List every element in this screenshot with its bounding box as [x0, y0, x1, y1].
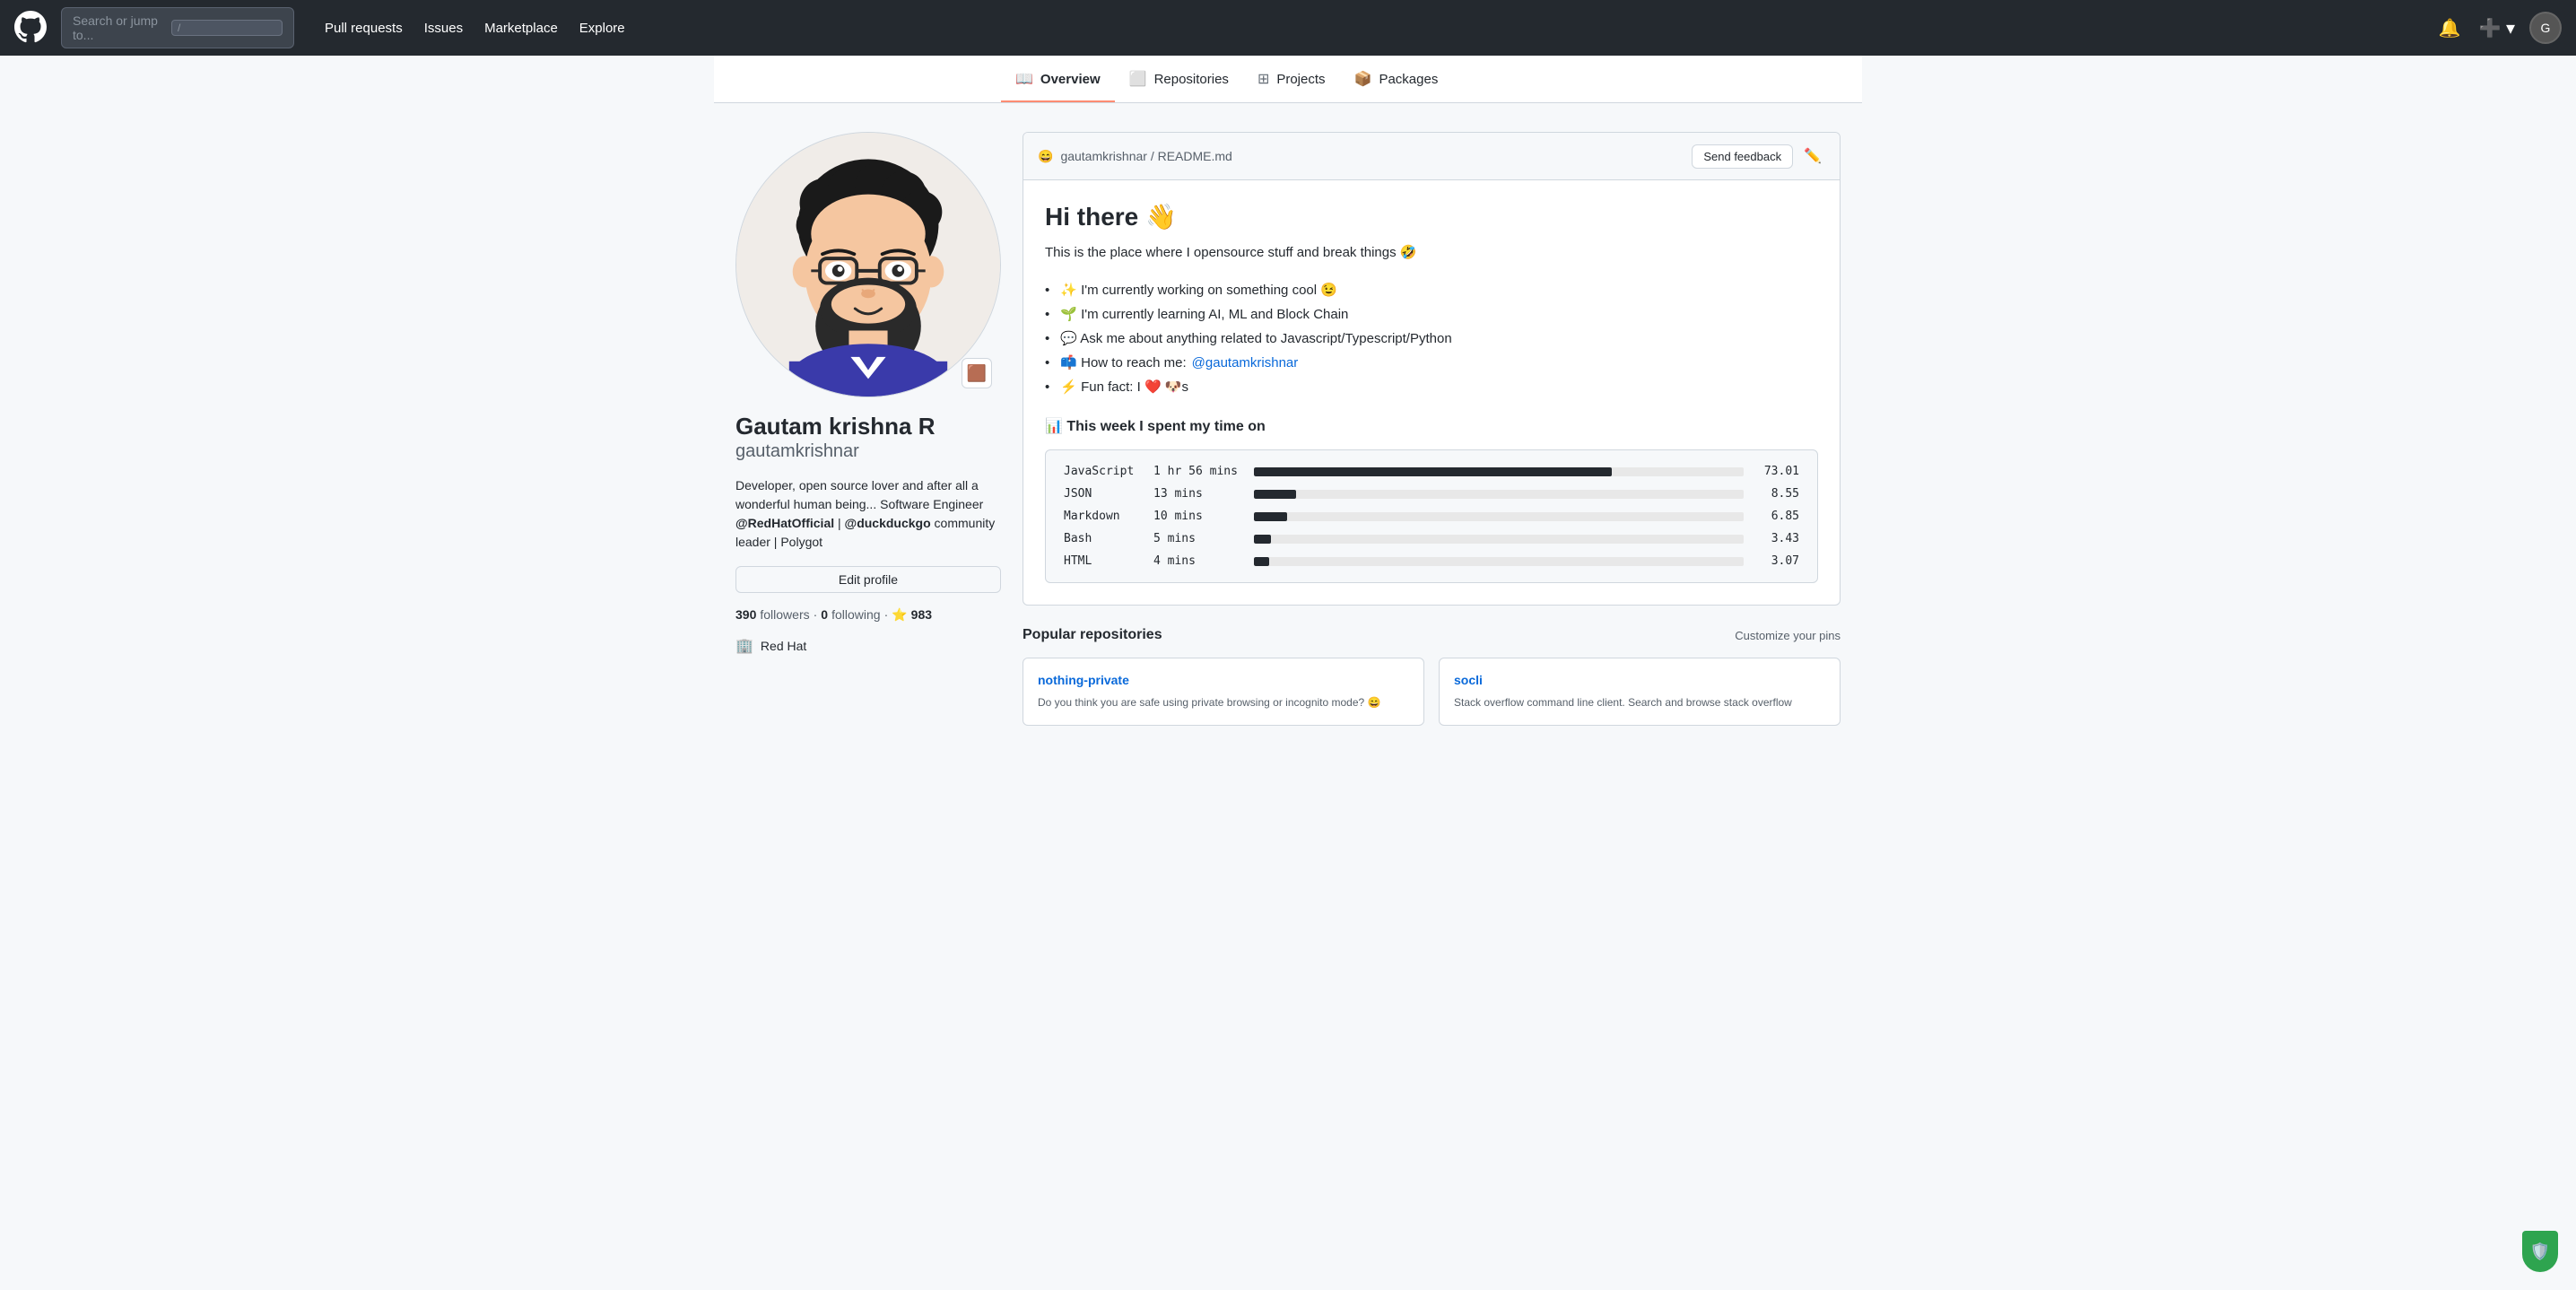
readme-breadcrumb: 😄 gautamkrishnar / README.md	[1038, 149, 1232, 164]
navbar-right: 🔔 ➕ ▾ G	[2435, 12, 2562, 44]
readme-bullets: ✨ I'm currently working on something coo…	[1045, 278, 1818, 399]
wakatime-title: 📊 This week I spent my time on	[1045, 417, 1818, 435]
org-name: Red Hat	[761, 639, 806, 653]
send-feedback-button[interactable]: Send feedback	[1692, 144, 1793, 169]
tab-projects[interactable]: ⊞ Projects	[1243, 56, 1340, 102]
following-label: following	[831, 607, 880, 622]
mention-redhat: @RedHatOfficial	[735, 516, 834, 530]
popular-repos-title: Popular repositories	[1023, 627, 1162, 643]
readme-header: 😄 gautamkrishnar / README.md Send feedba…	[1023, 133, 1840, 180]
create-new-button[interactable]: ➕ ▾	[2476, 13, 2519, 43]
readme-body: Hi there 👋 This is the place where I ope…	[1023, 180, 1840, 605]
waka-bar-container	[1254, 490, 1744, 499]
repo-card-name[interactable]: socli	[1454, 673, 1825, 687]
bullet-5: ⚡ Fun fact: I ❤️ 🐶s	[1045, 375, 1818, 399]
profile-tabs: 📖 Overview ⬜ Repositories ⊞ Projects 📦 P…	[714, 56, 1862, 103]
following-count: 0	[821, 607, 828, 622]
user-menu-button[interactable]: G	[2529, 12, 2562, 44]
repo-card-desc: Do you think you are safe using private …	[1038, 694, 1409, 710]
profile-right: 😄 gautamkrishnar / README.md Send feedba…	[1023, 132, 1841, 726]
explore-link[interactable]: Explore	[570, 15, 634, 41]
readme-heading: Hi there 👋	[1045, 202, 1818, 231]
bullet-3: 💬 Ask me about anything related to Javas…	[1045, 327, 1818, 351]
search-input[interactable]: Search or jump to... /	[61, 7, 294, 48]
tab-overview[interactable]: 📖 Overview	[1001, 56, 1115, 102]
waka-bar	[1254, 490, 1296, 499]
readme-header-actions: Send feedback ✏️	[1692, 144, 1825, 169]
profile-full-name: Gautam krishna R	[735, 412, 1001, 441]
tab-repositories[interactable]: ⬜ Repositories	[1115, 56, 1243, 102]
navbar: Search or jump to... / Pull requests Iss…	[0, 0, 2576, 56]
customize-pins-link[interactable]: Customize your pins	[1735, 629, 1841, 642]
status-badge[interactable]: 🟫	[962, 358, 992, 388]
security-badge[interactable]: 🛡️	[2522, 1231, 2558, 1272]
notifications-button[interactable]: 🔔	[2435, 13, 2465, 43]
profile-org: 🏢 Red Hat	[735, 637, 1001, 655]
readme-intro: This is the place where I opensource stu…	[1045, 242, 1818, 264]
profile-sidebar: 🟫 Gautam krishna R gautamkrishnar Develo…	[735, 132, 1001, 655]
waka-row: JSON 13 mins 8.55	[1064, 487, 1799, 501]
pull-requests-link[interactable]: Pull requests	[316, 15, 412, 41]
repo-card-name[interactable]: nothing-private	[1038, 673, 1409, 687]
project-icon: ⊞	[1258, 70, 1269, 88]
slash-key: /	[171, 20, 283, 36]
edit-profile-button[interactable]: Edit profile	[735, 566, 1001, 593]
reach-me-link[interactable]: @gautamkrishnar	[1192, 351, 1299, 375]
stars-count: 983	[911, 607, 932, 622]
main-content: 🟫 Gautam krishna R gautamkrishnar Develo…	[714, 103, 1862, 754]
mention-ddg: @duckduckgo	[845, 516, 931, 530]
avatar-container: 🟫	[735, 132, 1001, 397]
package-icon: 📦	[1354, 70, 1372, 88]
bullet-2: 🌱 I'm currently learning AI, ML and Bloc…	[1045, 302, 1818, 327]
waka-bar	[1254, 512, 1287, 521]
waka-bar-container	[1254, 467, 1744, 476]
bullet-4: 📫 How to reach me: @gautamkrishnar	[1045, 351, 1818, 375]
profile-username: gautamkrishnar	[735, 441, 1001, 462]
wakatime-chart: JavaScript 1 hr 56 mins 73.01 JSON 13 mi…	[1045, 449, 1818, 583]
page-container: 📖 Overview ⬜ Repositories ⊞ Projects 📦 P…	[714, 0, 1862, 754]
waka-bar	[1254, 535, 1271, 544]
followers-count: 390	[735, 607, 756, 622]
smiley-icon: 😄	[1038, 149, 1053, 164]
waka-row: HTML 4 mins 3.07	[1064, 554, 1799, 568]
waka-bar-container	[1254, 535, 1744, 544]
followers-label: followers	[760, 607, 809, 622]
star-icon: ⭐	[892, 607, 907, 623]
avatar-circle	[735, 132, 1001, 397]
waka-row: Bash 5 mins 3.43	[1064, 532, 1799, 545]
book-icon: 📖	[1015, 70, 1033, 88]
waka-bar-container	[1254, 512, 1744, 521]
waka-row: JavaScript 1 hr 56 mins 73.01	[1064, 465, 1799, 478]
repo-card: socli Stack overflow command line client…	[1439, 658, 1841, 726]
waka-bar-container	[1254, 557, 1744, 566]
issues-link[interactable]: Issues	[415, 15, 472, 41]
building-icon: 🏢	[735, 637, 753, 655]
marketplace-link[interactable]: Marketplace	[475, 15, 567, 41]
wakatime-section: 📊 This week I spent my time on JavaScrip…	[1045, 417, 1818, 583]
tab-packages[interactable]: 📦 Packages	[1340, 56, 1453, 102]
waka-row: Markdown 10 mins 6.85	[1064, 510, 1799, 523]
readme-card: 😄 gautamkrishnar / README.md Send feedba…	[1023, 132, 1841, 606]
profile-bio: Developer, open source lover and after a…	[735, 476, 1001, 552]
popular-repos-header: Popular repositories Customize your pins	[1023, 627, 1841, 643]
repo-icon: ⬜	[1129, 70, 1147, 88]
repos-grid: nothing-private Do you think you are saf…	[1023, 658, 1841, 726]
bullet-1: ✨ I'm currently working on something coo…	[1045, 278, 1818, 302]
repo-card-desc: Stack overflow command line client. Sear…	[1454, 694, 1825, 710]
waka-bar	[1254, 467, 1612, 476]
profile-stats: 390 followers · 0 following · ⭐ 983	[735, 607, 1001, 623]
edit-readme-button[interactable]: ✏️	[1800, 144, 1825, 169]
waka-bar	[1254, 557, 1269, 566]
repo-card: nothing-private Do you think you are saf…	[1023, 658, 1424, 726]
github-logo[interactable]	[14, 11, 47, 46]
main-nav: Pull requests Issues Marketplace Explore	[316, 15, 634, 41]
